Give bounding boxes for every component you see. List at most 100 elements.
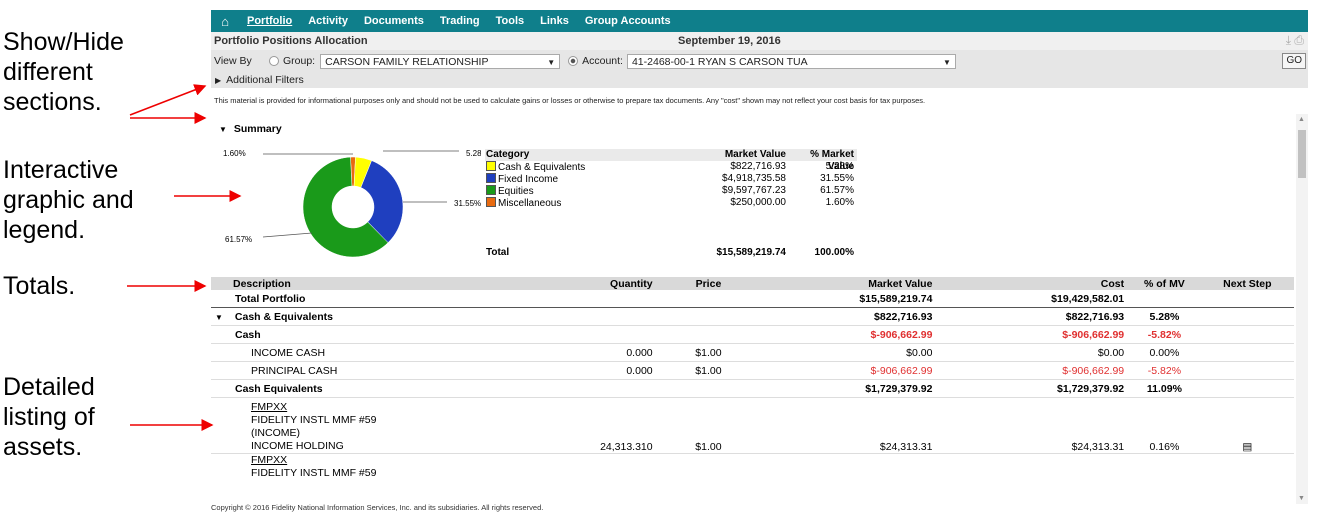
legend-pct: 61.57% xyxy=(820,185,854,196)
account-radio[interactable] xyxy=(568,56,579,66)
cell-qty: 0.000 xyxy=(532,361,657,380)
legend-swatch xyxy=(486,161,496,171)
vertical-scrollbar[interactable]: ▲ ▼ xyxy=(1296,114,1308,504)
pie-label: 61.57% xyxy=(225,235,252,244)
legend-row[interactable]: Miscellaneous $250,000.00 1.60% xyxy=(485,197,857,209)
table-row[interactable]: FMPXX FIDELITY INSTL MMF #59 (INCOME) IN… xyxy=(211,397,1294,454)
annotation-interactive: Interactive graphic and legend. xyxy=(3,155,134,245)
cell-desc: INCOME CASH xyxy=(211,343,533,362)
tab-documents[interactable]: Documents xyxy=(356,10,432,32)
col-pct-mv[interactable]: % of MV xyxy=(1128,277,1201,290)
cell-cost: $19,429,582.01 xyxy=(936,290,1129,308)
legend-row[interactable]: Cash & Equivalents $822,716.93 5.28% xyxy=(485,161,857,173)
chevron-down-icon: ▼ xyxy=(547,57,556,67)
cell-pct: 5.28% xyxy=(1128,307,1201,326)
account-label: Account: xyxy=(582,55,623,67)
cell-pct: -5.82% xyxy=(1128,325,1201,344)
cell-mv: $1,729,379.92 xyxy=(760,379,937,398)
tab-links[interactable]: Links xyxy=(532,10,577,32)
legend-market-value: $9,597,767.23 xyxy=(722,185,786,196)
cell-desc: PRINCIPAL CASH xyxy=(211,361,533,380)
table-row[interactable]: FMPXX FIDELITY INSTL MMF #59 xyxy=(211,454,1294,481)
annotation-line: Totals. xyxy=(3,272,76,300)
cell-price: $1.00 xyxy=(656,397,761,454)
print-icon[interactable]: ⎙ xyxy=(1294,33,1304,47)
legend-category: Miscellaneous xyxy=(498,198,562,209)
table-row[interactable]: ▼ Cash & Equivalents $822,716.93 $822,716… xyxy=(211,307,1294,326)
scroll-down-icon[interactable]: ▼ xyxy=(1298,495,1305,502)
table-row[interactable]: Cash Equivalents $1,729,379.92 $1,729,37… xyxy=(211,379,1294,398)
table-row[interactable]: PRINCIPAL CASH 0.000 $1.00 $-906,662.99 … xyxy=(211,361,1294,380)
tab-portfolio[interactable]: Portfolio xyxy=(239,10,300,32)
legend-total-pct: 100.00% xyxy=(814,247,854,258)
security-link[interactable]: FMPXX xyxy=(251,401,528,414)
positions-table: Description Quantity Price Market Value … xyxy=(211,277,1294,480)
legend-swatch xyxy=(486,197,496,207)
tab-activity[interactable]: Activity xyxy=(300,10,356,32)
tab-trading[interactable]: Trading xyxy=(432,10,488,32)
col-price[interactable]: Price xyxy=(656,277,761,290)
annotation-line: Interactive xyxy=(3,156,119,184)
summary-toggle[interactable]: ▼ Summary xyxy=(219,123,282,135)
header-actions: ⤓ ⎙ xyxy=(1286,33,1304,48)
cell-cost: $822,716.93 xyxy=(936,307,1129,326)
annotation-detailed: Detailed listing of assets. xyxy=(3,372,95,462)
cell-qty: 24,313.310 xyxy=(532,397,657,454)
legend-header-category: Category xyxy=(486,149,530,160)
portfolio-app: ⌂ Portfolio Activity Documents Trading T… xyxy=(211,10,1308,512)
legend-header-market-value: Market Value xyxy=(724,149,786,160)
legend-row[interactable]: Equities $9,597,767.23 61.57% xyxy=(485,185,857,197)
table-row[interactable]: Cash $-906,662.99 $-906,662.99 -5.82% xyxy=(211,325,1294,344)
account-select-value: 41-2468-00-1 RYAN S CARSON TUA xyxy=(631,55,808,68)
col-quantity[interactable]: Quantity xyxy=(532,277,657,290)
cell-pct: 0.00% xyxy=(1128,343,1201,362)
security-name: FIDELITY INSTL MMF #59 xyxy=(251,467,377,479)
additional-filters-toggle[interactable]: ▶ Additional Filters xyxy=(211,72,1308,88)
next-step-icon[interactable]: ▤ xyxy=(1200,397,1294,454)
cell-desc: Cash xyxy=(211,325,533,344)
annotation-line: legend. xyxy=(3,216,86,244)
scroll-up-icon[interactable]: ▲ xyxy=(1298,116,1305,123)
annotation-line: sections. xyxy=(3,88,102,116)
tab-tools[interactable]: Tools xyxy=(488,10,533,32)
col-cost[interactable]: Cost xyxy=(936,277,1129,290)
legend-total-mv: $15,589,219.74 xyxy=(716,247,786,258)
home-icon[interactable]: ⌂ xyxy=(211,14,239,29)
legend-market-value: $4,918,735.58 xyxy=(722,173,786,184)
go-button[interactable]: GO xyxy=(1282,53,1306,69)
col-description[interactable]: Description xyxy=(211,277,533,290)
legend-category: Equities xyxy=(498,186,534,197)
cell-mv: $24,313.31 xyxy=(760,397,937,454)
cell-pct: 0.16% xyxy=(1128,397,1201,454)
scrollbar-thumb[interactable] xyxy=(1298,130,1306,178)
expand-triangle-icon: ▶ xyxy=(215,75,222,85)
chevron-down-icon: ▼ xyxy=(943,57,951,67)
group-label: Group: xyxy=(283,55,316,67)
col-next-step[interactable]: Next Step xyxy=(1200,277,1294,290)
group-select[interactable]: CARSON FAMILY RELATIONSHIP ▼ xyxy=(320,53,561,69)
cell-cost: $0.00 xyxy=(936,343,1129,362)
pie-leader-line xyxy=(262,232,313,238)
collapse-triangle-icon[interactable]: ▼ xyxy=(215,313,223,322)
view-by-bar: View By Group: CARSON FAMILY RELATIONSHI… xyxy=(211,50,1308,72)
security-link[interactable]: FMPXX xyxy=(251,454,528,467)
legend-swatch xyxy=(486,185,496,195)
annotation-line: listing of xyxy=(3,403,95,431)
legend-total-label: Total xyxy=(486,247,510,258)
pie-label: 1.60% xyxy=(223,149,246,158)
legend-header: Category Market Value % Market Value xyxy=(485,149,857,172)
table-row[interactable]: INCOME CASH 0.000 $1.00 $0.00 $0.00 0.00… xyxy=(211,343,1294,362)
download-icon[interactable]: ⤓ xyxy=(1286,33,1291,47)
group-radio[interactable] xyxy=(269,56,279,66)
cell-pct: -5.82% xyxy=(1128,361,1201,380)
view-by-label: View By xyxy=(214,55,252,67)
allocation-donut-chart[interactable]: 1.60% 5.28% 31.55% 61.57% xyxy=(211,140,481,274)
pie-label: 5.28% xyxy=(466,149,481,158)
cell-cost: $24,313.31 xyxy=(936,397,1129,454)
legend-row[interactable]: Fixed Income $4,918,735.58 31.55% xyxy=(485,173,857,185)
allocation-legend: Category Market Value % Market Value Cas… xyxy=(485,149,857,258)
account-select[interactable]: 41-2468-00-1 RYAN S CARSON TUA ▼ xyxy=(626,53,956,69)
total-portfolio-row: Total Portfolio $15,589,219.74 $19,429,5… xyxy=(211,290,1294,308)
tab-group-accounts[interactable]: Group Accounts xyxy=(577,10,679,32)
col-market-value[interactable]: Market Value xyxy=(760,277,937,290)
